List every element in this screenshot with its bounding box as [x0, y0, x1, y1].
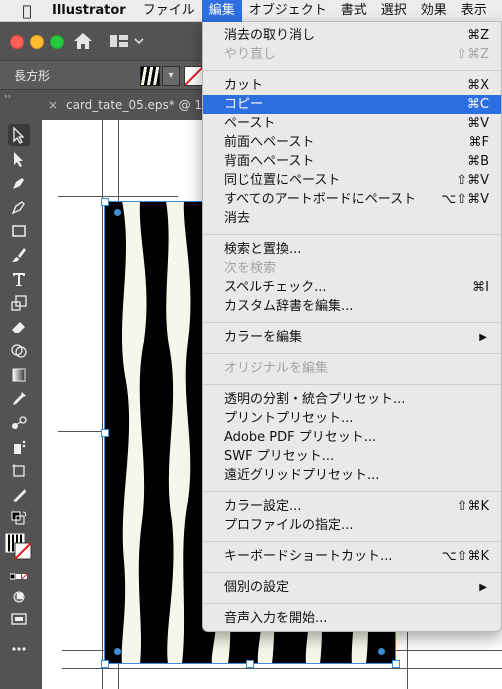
menu-item-clear[interactable]: 消去 — [203, 209, 501, 228]
curvature-tool-icon[interactable] — [8, 196, 30, 218]
menu-item-redo: やり直し ⇧⌘Z — [224, 47, 489, 62]
menu-item-assign-profile[interactable]: プロファイルの指定... — [203, 516, 501, 535]
color-mode-icons[interactable] — [8, 566, 30, 588]
bbox-handle[interactable] — [246, 660, 254, 668]
edit-menu-dropdown: 消去の取り消し ⌘Z やり直し ⇧⌘Z カット ⌘X コピー ⌘C ペースト ⌘V 前面へ… — [202, 22, 502, 632]
menu-item-my-settings[interactable]: 個別の設定 ▶ — [203, 578, 501, 597]
minimize-window-button[interactable] — [30, 35, 44, 49]
close-tab-icon[interactable]: × — [48, 90, 66, 120]
menu-item-edit-original: オリジナルを編集 — [224, 361, 329, 376]
document-title: card_tate_05.eps* @ 100 — [66, 98, 218, 112]
menu-item-undo[interactable]: 消去の取り消し ⌘Z — [203, 26, 501, 45]
menu-bar:  Illustrator ファイル 編集 オブジェクト 書式 選択 効果 表示 — [0, 0, 502, 22]
menu-separator — [203, 70, 501, 71]
pen-tool-icon[interactable] — [8, 172, 30, 194]
menu-item-transparency-presets[interactable]: 透明の分割・統合プリセット... — [203, 390, 501, 409]
more-tools-icon[interactable] — [8, 638, 30, 660]
close-window-button[interactable] — [10, 35, 24, 49]
gradient-tool-icon[interactable] — [8, 364, 30, 386]
selection-tool-icon[interactable] — [8, 124, 30, 146]
home-icon[interactable] — [72, 31, 94, 51]
bbox-handle[interactable] — [101, 429, 109, 437]
paintbrush-tool-icon[interactable] — [8, 244, 30, 266]
anchor-point[interactable] — [114, 209, 121, 216]
fill-swatch[interactable] — [140, 66, 160, 86]
menu-item-find-replace[interactable]: 検索と置換... — [203, 240, 501, 259]
menu-separator — [203, 491, 501, 492]
menu-separator — [203, 603, 501, 604]
menu-item-pdf-presets[interactable]: Adobe PDF プリセット... — [203, 428, 501, 447]
menu-app-illustrator[interactable]: Illustrator — [38, 0, 136, 22]
menu-item-start-dictation[interactable]: 音声入力を開始... — [203, 609, 501, 628]
rectangle-tool-icon[interactable] — [8, 220, 30, 242]
submenu-arrow-icon: ▶ — [479, 582, 487, 593]
menu-item-color-settings[interactable]: カラー設定... ⇧⌘K — [203, 497, 501, 516]
stroke-none-swatch[interactable] — [184, 66, 204, 86]
screen-mode-icon[interactable] — [8, 608, 30, 630]
zoom-window-button[interactable] — [50, 35, 64, 49]
symbol-sprayer-tool-icon[interactable] — [8, 436, 30, 458]
anchor-point[interactable] — [114, 648, 121, 655]
anchor-point[interactable] — [378, 648, 385, 655]
bbox-handle[interactable] — [392, 660, 400, 668]
menu-edit[interactable]: 編集 — [201, 0, 242, 22]
type-tool-icon[interactable] — [8, 268, 30, 290]
menu-effect[interactable]: 効果 — [414, 0, 454, 22]
selection-type-label: 長方形 — [14, 69, 51, 83]
blend-tool-icon[interactable] — [8, 412, 30, 434]
menu-item-paste-in-front[interactable]: 前面へペースト ⌘F — [203, 133, 501, 152]
guide-line — [58, 196, 178, 197]
artboard-tool-icon[interactable] — [8, 460, 30, 482]
fill-stroke-swatches[interactable] — [4, 532, 34, 562]
tools-panel: ›› — [0, 90, 43, 689]
drawing-mode-icon[interactable] — [8, 586, 30, 608]
menu-item-paste-in-back[interactable]: 背面へペースト ⌘B — [203, 152, 501, 171]
menu-item-spell-check[interactable]: スペルチェック... ⌘I — [203, 278, 501, 297]
panel-collapse-icon[interactable]: ›› — [4, 92, 11, 102]
shape-builder-tool-icon[interactable] — [8, 340, 30, 362]
menu-item-find-next: 次を検索 — [224, 261, 277, 276]
fill-stroke-default-icon[interactable] — [8, 508, 30, 530]
eyedropper-tool-icon[interactable] — [8, 388, 30, 410]
submenu-arrow-icon: ▶ — [479, 332, 487, 343]
menu-item-swf-presets[interactable]: SWF プリセット... — [203, 447, 501, 466]
bbox-handle[interactable] — [101, 660, 109, 668]
apple-menu-icon[interactable]:  — [16, 2, 38, 20]
menu-item-perspective-presets[interactable]: 遠近グリッドプリセット... — [203, 466, 501, 485]
menu-item-paste-in-place[interactable]: 同じ位置にペースト ⇧⌘V — [203, 171, 501, 190]
slice-tool-icon[interactable] — [8, 484, 30, 506]
menu-object[interactable]: オブジェクト — [242, 0, 334, 22]
menu-item-copy[interactable]: コピー ⌘C — [203, 95, 501, 114]
menu-separator — [203, 384, 501, 385]
menu-select[interactable]: 選択 — [374, 0, 414, 22]
menu-item-edit-colors[interactable]: カラーを編集 ▶ — [203, 328, 501, 347]
menu-item-keyboard-shortcuts[interactable]: キーボードショートカット... ⌥⇧⌘K — [203, 547, 501, 566]
menu-item-custom-dictionary[interactable]: カスタム辞書を編集... — [203, 297, 501, 316]
direct-selection-tool-icon[interactable] — [8, 148, 30, 170]
guide-line — [62, 668, 502, 669]
menu-type[interactable]: 書式 — [334, 0, 374, 22]
menu-separator — [203, 353, 501, 354]
menu-separator — [203, 234, 501, 235]
eraser-tool-icon[interactable] — [8, 316, 30, 338]
fill-dropdown-chevron-icon[interactable]: ▾ — [162, 66, 180, 86]
bbox-handle[interactable] — [101, 198, 109, 206]
menu-item-print-presets[interactable]: プリントプリセット... — [203, 409, 501, 428]
menu-separator — [203, 322, 501, 323]
menu-view[interactable]: 表示 — [454, 0, 494, 22]
menu-separator — [203, 541, 501, 542]
menu-file[interactable]: ファイル — [136, 0, 202, 22]
menu-item-cut[interactable]: カット ⌘X — [203, 76, 501, 95]
scale-tool-icon[interactable] — [8, 292, 30, 314]
menu-item-paste[interactable]: ペースト ⌘V — [203, 114, 501, 133]
arrange-documents-icon[interactable] — [110, 33, 150, 49]
menu-separator — [203, 572, 501, 573]
menu-item-paste-all-artboards[interactable]: すべてのアートボードにペースト ⌥⇧⌘V — [203, 190, 501, 209]
